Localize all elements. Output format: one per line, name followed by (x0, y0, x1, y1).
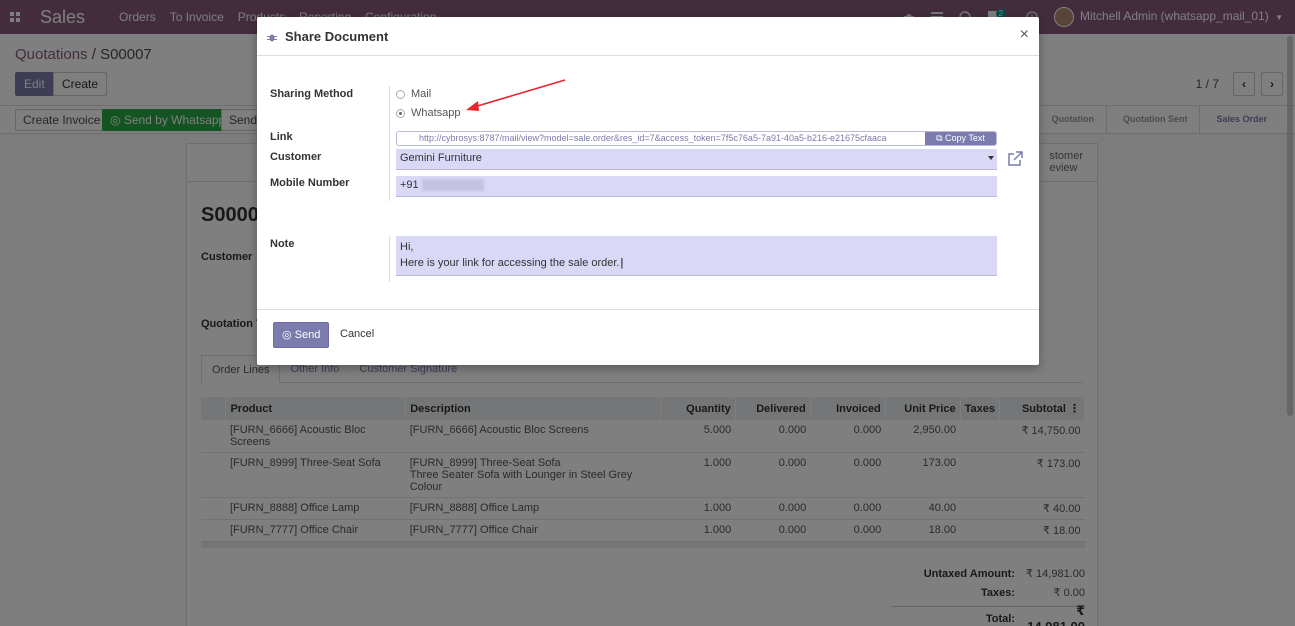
annotation-arrow-icon (466, 79, 566, 111)
